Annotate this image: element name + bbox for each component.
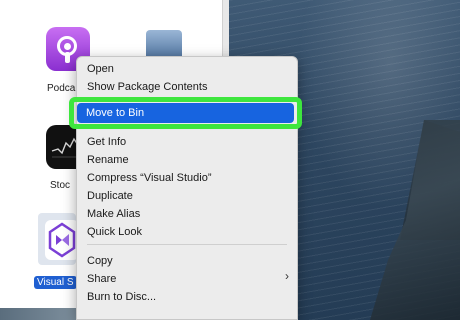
menu-item-share[interactable]: Share <box>87 271 116 287</box>
menu-item-copy[interactable]: Copy <box>87 253 113 269</box>
menu-item-rename[interactable]: Rename <box>87 152 129 168</box>
visual-studio-label[interactable]: Visual S <box>34 276 77 289</box>
menu-item-quick-look[interactable]: Quick Look <box>87 224 142 240</box>
chevron-right-icon: › <box>285 269 289 283</box>
menu-item-show-package-contents[interactable]: Show Package Contents <box>87 79 207 95</box>
menu-item-make-alias[interactable]: Make Alias <box>87 206 140 222</box>
stocks-label[interactable]: Stoc <box>50 180 70 191</box>
podcasts-label[interactable]: Podca <box>47 83 75 94</box>
podcasts-stem <box>65 52 70 63</box>
menu-separator <box>87 244 287 245</box>
highlight-outline <box>69 97 302 129</box>
menu-item-compress[interactable]: Compress “Visual Studio” <box>87 170 212 186</box>
menu-item-burn-to-disc[interactable]: Burn to Disc... <box>87 289 156 305</box>
menu-item-get-info[interactable]: Get Info <box>87 134 126 150</box>
wallpaper-cliff <box>370 120 460 320</box>
visual-studio-icon[interactable] <box>45 220 79 260</box>
podcasts-dot <box>64 43 71 50</box>
menu-item-duplicate[interactable]: Duplicate <box>87 188 133 204</box>
context-menu: Open Show Package Contents Get Info Rena… <box>76 56 298 320</box>
menu-item-open[interactable]: Open <box>87 61 114 77</box>
